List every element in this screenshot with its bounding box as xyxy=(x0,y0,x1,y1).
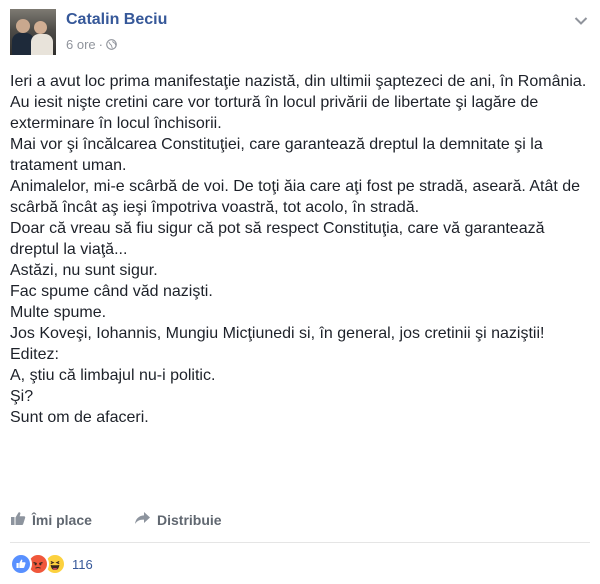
reactions-summary[interactable]: 116 xyxy=(10,553,93,575)
like-label: Îmi place xyxy=(32,512,92,528)
post-header: Catalin Beciu 6 ore · xyxy=(10,9,590,57)
thumbs-up-icon xyxy=(10,511,26,529)
like-button[interactable]: Îmi place xyxy=(10,511,92,529)
reaction-count[interactable]: 116 xyxy=(72,557,93,572)
avatar-person-face xyxy=(34,21,47,34)
share-arrow-icon xyxy=(134,511,151,528)
like-icon xyxy=(10,553,32,575)
avatar-person-body xyxy=(31,34,53,55)
avatar[interactable] xyxy=(10,9,56,55)
post-body: Ieri a avut loc prima manifestaţie nazis… xyxy=(10,73,587,426)
share-button[interactable]: Distribuie xyxy=(134,511,222,528)
author-name[interactable]: Catalin Beciu xyxy=(66,11,167,29)
divider xyxy=(10,542,590,543)
post-actions: Îmi place Distribuie xyxy=(10,511,590,533)
share-label: Distribuie xyxy=(157,511,222,528)
avatar-person-face xyxy=(16,19,30,33)
meta-separator: · xyxy=(98,37,103,52)
post-timestamp[interactable]: 6 ore xyxy=(66,37,96,52)
globe-icon[interactable] xyxy=(106,38,117,50)
post-meta: 6 ore · xyxy=(66,37,117,52)
chevron-down-icon[interactable] xyxy=(574,13,588,25)
